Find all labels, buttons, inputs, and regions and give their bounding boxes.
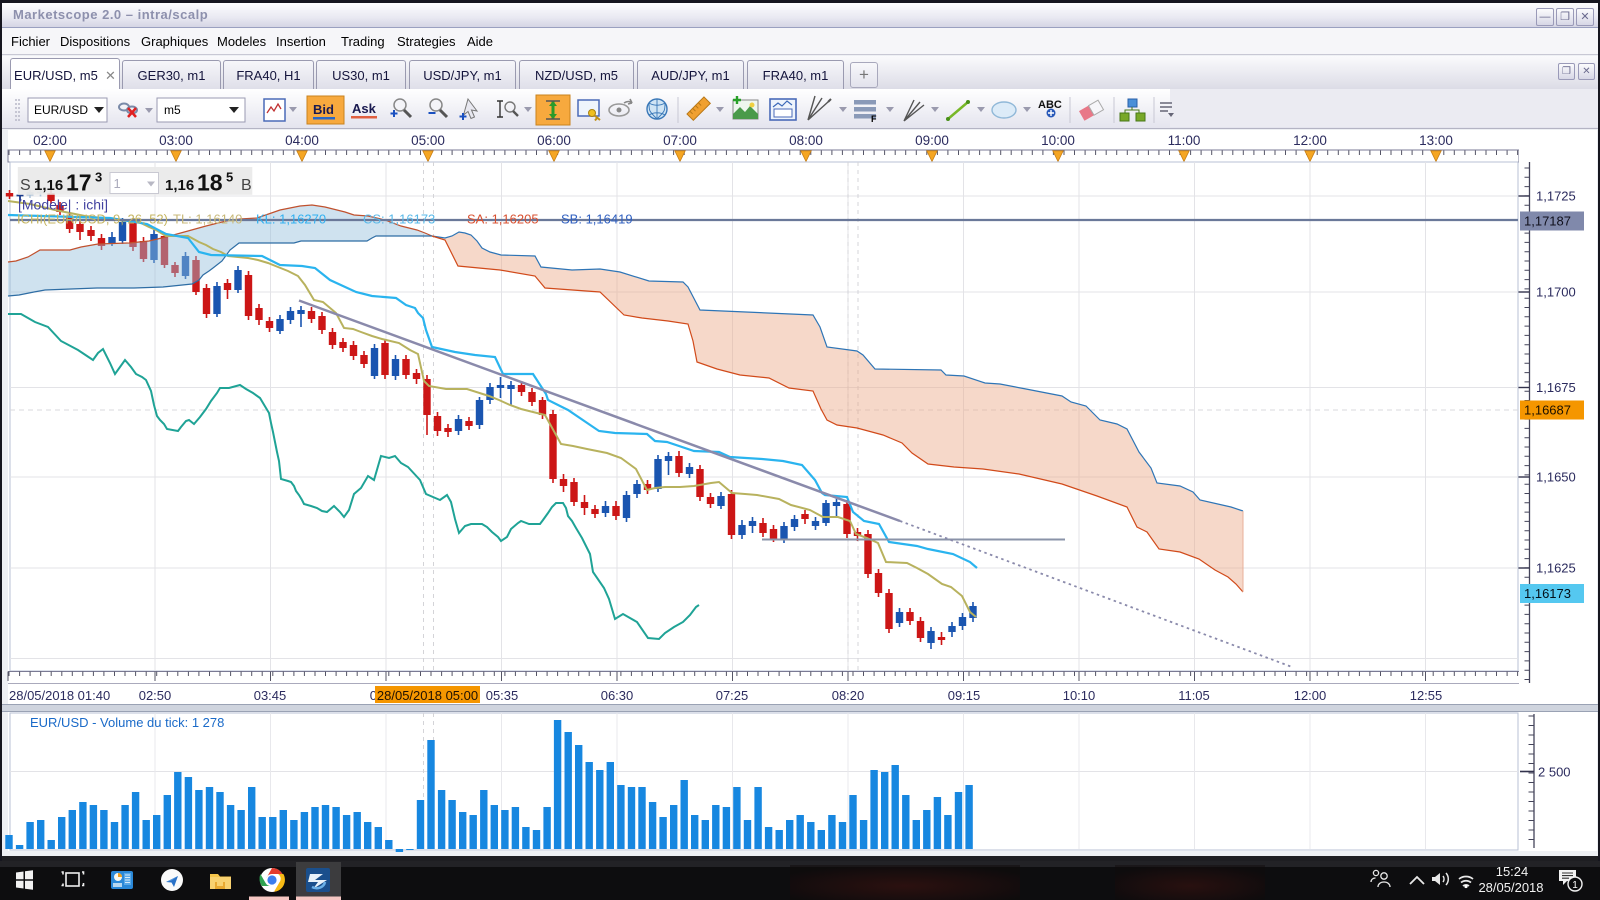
svg-text:1,16: 1,16 bbox=[165, 177, 194, 194]
svg-text:[Modele| : ichi]: [Modele| : ichi] bbox=[18, 197, 108, 213]
svg-text:09:15: 09:15 bbox=[948, 688, 981, 703]
svg-text:02:50: 02:50 bbox=[139, 688, 172, 703]
svg-text:m5: m5 bbox=[164, 103, 181, 117]
svg-text:TL: 1,16140: TL: 1,16140 bbox=[173, 212, 242, 227]
svg-text:04:00: 04:00 bbox=[285, 133, 319, 148]
svg-text:08:00: 08:00 bbox=[789, 133, 823, 148]
svg-text:1: 1 bbox=[1572, 880, 1578, 891]
svg-text:03:45: 03:45 bbox=[254, 688, 287, 703]
svg-text:13:00: 13:00 bbox=[1419, 133, 1453, 148]
svg-text:10:00: 10:00 bbox=[1041, 133, 1075, 148]
svg-text:11:05: 11:05 bbox=[1178, 688, 1210, 703]
svg-text:1,16173: 1,16173 bbox=[1524, 586, 1571, 601]
svg-text:5: 5 bbox=[226, 170, 233, 185]
svg-text:1,1625: 1,1625 bbox=[1536, 561, 1576, 576]
svg-text:28/05/2018 01:40: 28/05/2018 01:40 bbox=[9, 688, 110, 703]
svg-text:28/05/2018 05:00: 28/05/2018 05:00 bbox=[377, 688, 478, 703]
svg-text:06:30: 06:30 bbox=[601, 688, 634, 703]
svg-text:18: 18 bbox=[197, 170, 223, 196]
svg-text:12:55: 12:55 bbox=[1410, 688, 1443, 703]
svg-text:05:00: 05:00 bbox=[411, 133, 445, 148]
svg-text:17: 17 bbox=[66, 170, 92, 196]
svg-text:SA: 1,16205: SA: 1,16205 bbox=[467, 212, 539, 227]
svg-text:1: 1 bbox=[114, 176, 121, 191]
svg-text:Bid: Bid bbox=[313, 102, 334, 117]
svg-text:1,17187: 1,17187 bbox=[1524, 214, 1571, 229]
svg-text:S: S bbox=[20, 177, 31, 194]
svg-text:12:00: 12:00 bbox=[1294, 688, 1327, 703]
svg-text:09:00: 09:00 bbox=[915, 133, 949, 148]
svg-text:SB: 1,16419: SB: 1,16419 bbox=[561, 212, 633, 227]
svg-text:1,16687: 1,16687 bbox=[1524, 403, 1571, 418]
svg-text:KL: 1,16270: KL: 1,16270 bbox=[256, 212, 326, 227]
svg-text:CS: 1,16173: CS: 1,16173 bbox=[363, 212, 435, 227]
svg-text:EUR/USD: EUR/USD bbox=[34, 103, 88, 117]
svg-text:07:25: 07:25 bbox=[716, 688, 749, 703]
svg-text:11:00: 11:00 bbox=[1168, 133, 1201, 148]
svg-text:03:00: 03:00 bbox=[159, 133, 193, 148]
svg-text:1,16: 1,16 bbox=[34, 177, 63, 194]
svg-text:28/05/2018: 28/05/2018 bbox=[1478, 880, 1543, 895]
svg-text:2 500: 2 500 bbox=[1538, 765, 1571, 780]
svg-text:ICHI(EUR/USD, 9, 26, 52): ICHI(EUR/USD, 9, 26, 52) bbox=[17, 212, 168, 227]
svg-text:06:00: 06:00 bbox=[537, 133, 571, 148]
svg-text:05:35: 05:35 bbox=[486, 688, 519, 703]
svg-text:F: F bbox=[871, 114, 877, 124]
svg-text:15:24: 15:24 bbox=[1496, 864, 1529, 879]
svg-text:1,1700: 1,1700 bbox=[1536, 285, 1576, 300]
svg-text:EUR/USD - Volume du tick: 1 27: EUR/USD - Volume du tick: 1 278 bbox=[30, 715, 224, 730]
svg-text:1,1725: 1,1725 bbox=[1536, 189, 1576, 204]
svg-text:1,1650: 1,1650 bbox=[1536, 470, 1576, 485]
svg-text:Ask: Ask bbox=[352, 101, 377, 116]
svg-text:1,1675: 1,1675 bbox=[1536, 380, 1576, 395]
svg-text:B: B bbox=[241, 177, 252, 194]
svg-text:12:00: 12:00 bbox=[1293, 133, 1327, 148]
svg-text:10:10: 10:10 bbox=[1063, 688, 1096, 703]
svg-text:08:20: 08:20 bbox=[832, 688, 865, 703]
svg-text:02:00: 02:00 bbox=[33, 133, 67, 148]
svg-text:3: 3 bbox=[95, 170, 102, 185]
svg-text:07:00: 07:00 bbox=[663, 133, 697, 148]
